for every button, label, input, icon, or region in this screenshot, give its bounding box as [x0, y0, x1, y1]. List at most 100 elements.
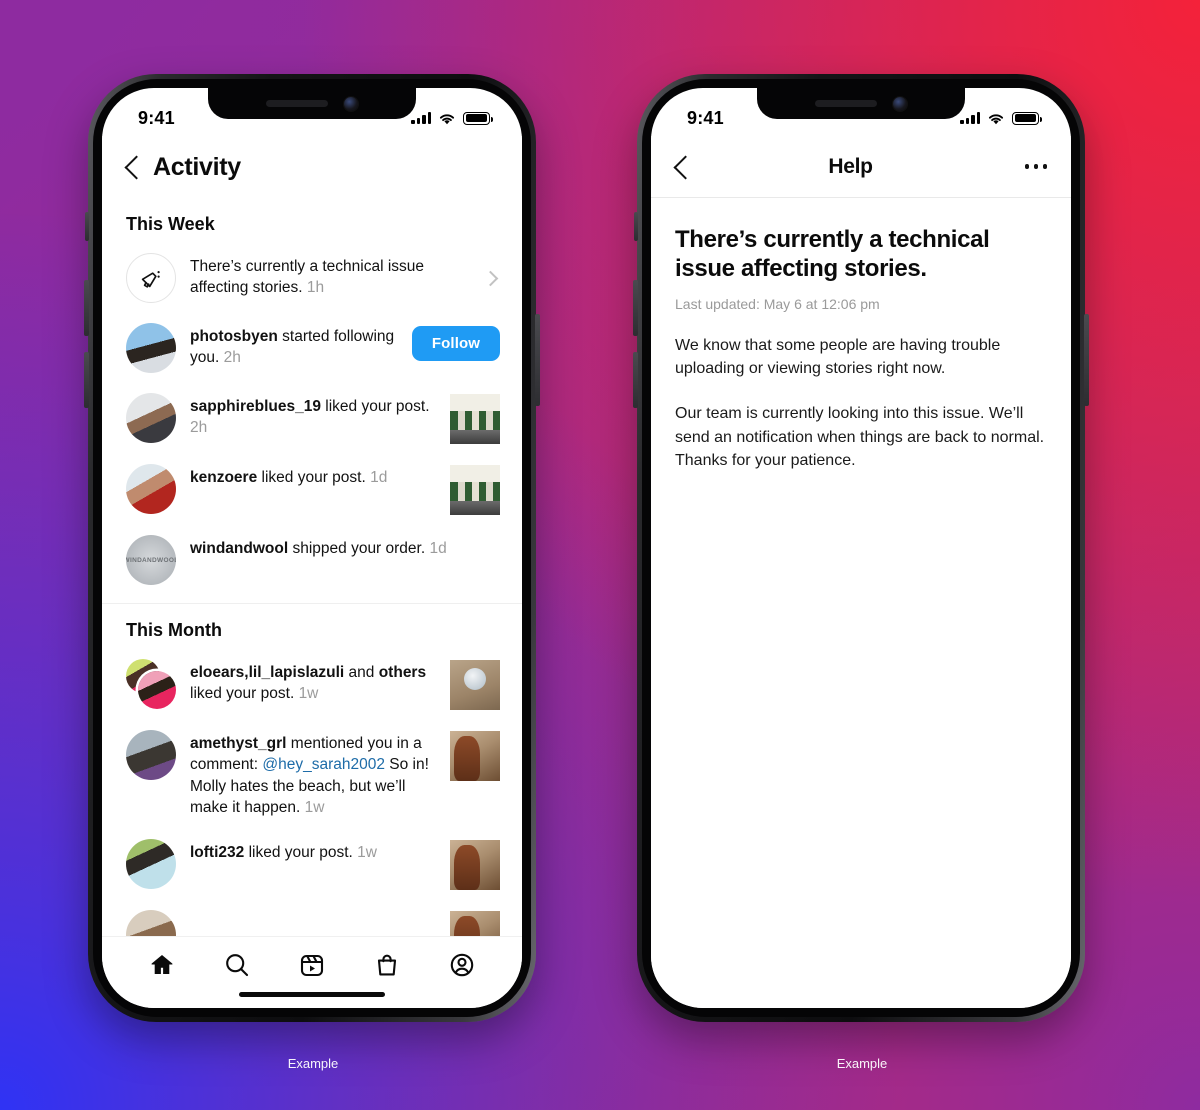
post-thumbnail[interactable] [450, 910, 500, 936]
notification-body: liked your post. [190, 685, 295, 703]
avatar[interactable]: WINDANDWOOL [126, 535, 176, 585]
mention-link[interactable]: @hey_sarah2002 [262, 756, 385, 773]
post-thumbnail[interactable] [450, 394, 500, 444]
power-button[interactable] [1084, 314, 1089, 406]
tab-profile[interactable] [448, 951, 476, 979]
chevron-left-icon[interactable] [675, 155, 688, 179]
notification-text: lofti232 liked your post. 1w [190, 839, 436, 863]
phone-screen-help: 9:41 Help There’s currently a technical … [651, 88, 1071, 1008]
cellular-bars-icon [411, 112, 431, 124]
more-horizontal-icon[interactable] [1013, 164, 1047, 169]
search-icon [225, 954, 248, 977]
tab-home[interactable] [148, 951, 176, 979]
username[interactable]: sapphireblues_19 [190, 398, 321, 415]
username[interactable]: photosbyen [190, 328, 278, 345]
notification-row-multi-like[interactable]: eloears,lil_lapislazuli and others liked… [102, 649, 522, 720]
notification-row-partial[interactable] [102, 900, 522, 936]
avatar[interactable] [126, 838, 176, 889]
notification-body: liked your post. [248, 843, 353, 861]
notification-row-order[interactable]: WINDANDWOOL windandwool shipped your ord… [102, 525, 522, 595]
notification-row-follow[interactable]: photosbyen started following you. 2h Fol… [102, 313, 522, 383]
activity-feed[interactable]: This Week There’s currently a technical … [102, 198, 522, 936]
notification-row-announcement[interactable]: There’s currently a technical issue affe… [102, 243, 522, 313]
notification-text: amethyst_grl mentioned you in a comment:… [190, 730, 436, 819]
caption-right: Example [836, 1056, 888, 1071]
avatar [138, 671, 176, 709]
notification-row-like[interactable]: lofti232 liked your post. 1w [102, 829, 522, 900]
activity-header: Activity [102, 136, 522, 198]
mute-switch-button[interactable] [634, 212, 638, 241]
post-thumbnail[interactable] [450, 660, 500, 710]
chevron-left-icon[interactable] [126, 155, 139, 179]
power-button[interactable] [535, 314, 540, 406]
notification-text: windandwool shipped your order. 1d [190, 535, 500, 559]
shop-bag-icon [378, 954, 397, 976]
avatar-stack[interactable] [126, 659, 176, 709]
notification-text: sapphireblues_19 liked your post. 2h [190, 393, 436, 439]
mute-switch-button[interactable] [85, 212, 89, 241]
notification-time: 1w [304, 799, 325, 817]
chevron-right-icon[interactable] [482, 270, 499, 286]
phone-help: 9:41 Help There’s currently a technical … [633, 74, 1089, 1022]
post-thumbnail[interactable] [450, 731, 500, 781]
volume-up-button[interactable] [84, 280, 89, 336]
article-paragraph: We know that some people are having trou… [675, 336, 1001, 377]
tab-search[interactable] [223, 951, 251, 979]
others-label[interactable]: others [379, 664, 426, 681]
article-title: There’s currently a technical issue affe… [675, 226, 990, 283]
page-title: Activity [153, 152, 241, 181]
notification-text: kenzoere liked your post. 1d [190, 464, 436, 488]
volume-down-button[interactable] [633, 352, 638, 408]
username[interactable]: kenzoere [190, 469, 257, 486]
screenshot-stage: 9:41 Activity This Week There’s currentl… [0, 0, 1200, 1110]
help-header: Help [651, 136, 1071, 198]
post-thumbnail[interactable] [450, 465, 500, 515]
notification-row-like[interactable]: kenzoere liked your post. 1d [102, 454, 522, 525]
earpiece-speaker-icon [266, 100, 328, 107]
username[interactable]: amethyst_grl [190, 735, 286, 752]
earpiece-speaker-icon [815, 100, 877, 107]
megaphone-icon [126, 253, 176, 303]
notification-body: shipped your order. [292, 540, 426, 557]
notch [757, 88, 965, 119]
post-thumbnail[interactable] [450, 839, 500, 890]
notification-time: 1d [370, 469, 388, 486]
username[interactable]: lofti232 [190, 844, 244, 861]
volume-up-button[interactable] [633, 280, 638, 336]
help-article: There’s currently a technical issue affe… [651, 199, 1071, 1008]
home-indicator[interactable] [239, 991, 385, 997]
avatar[interactable] [126, 393, 176, 443]
profile-icon [451, 953, 474, 977]
section-title-this-week: This Week [126, 214, 215, 234]
username[interactable]: windandwool [190, 540, 288, 557]
bottom-tab-bar[interactable] [102, 936, 522, 1008]
home-icon [151, 955, 172, 974]
notch [208, 88, 416, 119]
reels-icon [300, 954, 324, 977]
notification-time: 2h [223, 349, 241, 367]
phone-screen-activity: 9:41 Activity This Week There’s currentl… [102, 88, 522, 1008]
notification-body: liked your post. [325, 398, 430, 415]
tab-shop[interactable] [373, 951, 401, 979]
avatar[interactable] [126, 464, 176, 514]
page-title: Help [828, 154, 873, 178]
volume-down-button[interactable] [84, 352, 89, 408]
username[interactable]: eloears,lil_lapislazuli [190, 664, 344, 681]
avatar[interactable] [126, 909, 176, 936]
tab-reels[interactable] [298, 951, 326, 979]
avatar[interactable] [126, 323, 176, 373]
wifi-icon [439, 113, 455, 124]
phone-activity: 9:41 Activity This Week There’s currentl… [84, 74, 540, 1022]
front-camera-icon [893, 96, 907, 111]
notification-row-mention[interactable]: amethyst_grl mentioned you in a comment:… [102, 720, 522, 829]
battery-icon [1012, 111, 1043, 125]
follow-button[interactable]: Follow [411, 326, 500, 361]
status-clock: 9:41 [138, 107, 175, 128]
status-indicators [411, 111, 494, 125]
front-camera-icon [344, 96, 358, 111]
notification-time: 1h [306, 279, 325, 297]
article-last-updated: Last updated: May 6 at 12:06 pm [675, 295, 880, 312]
notification-row-like[interactable]: sapphireblues_19 liked your post. 2h [102, 383, 522, 454]
notification-body: and [348, 664, 375, 681]
avatar[interactable] [126, 730, 176, 780]
